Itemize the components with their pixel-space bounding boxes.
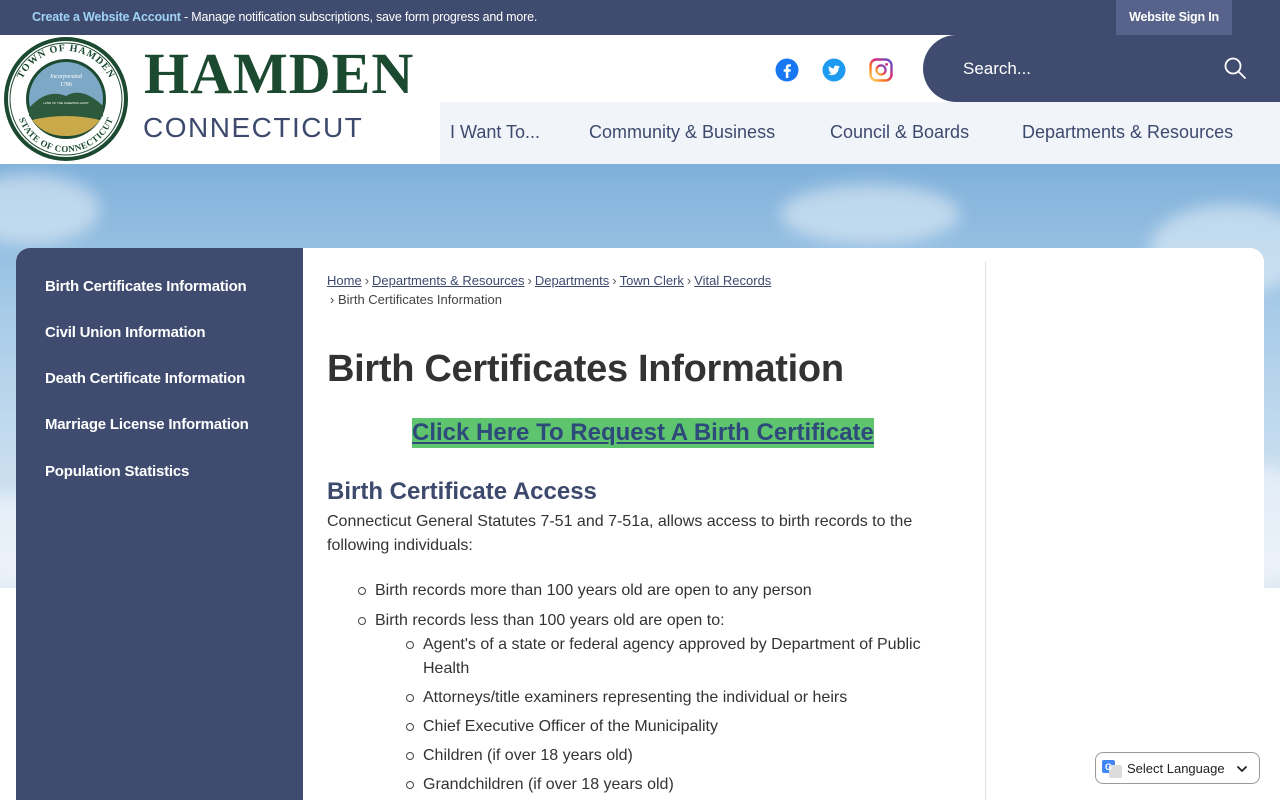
- google-translate-icon: G: [1102, 760, 1122, 778]
- sublist-item-text: Agent's of a state or federal agency app…: [423, 636, 921, 677]
- list-item: Birth records more than 100 years old ar…: [358, 579, 975, 603]
- bullet-icon: [406, 641, 414, 649]
- sidebar-item-birth-certificates[interactable]: Birth Certificates Information: [45, 278, 247, 295]
- sublist-item: Children (if over 18 years old): [406, 744, 963, 768]
- nav-departments-resources[interactable]: Departments & Resources: [1022, 122, 1233, 143]
- svg-text:G: G: [1105, 762, 1112, 772]
- notification-text: - Manage notification subscriptions, sav…: [180, 10, 538, 24]
- breadcrumb-vital-records[interactable]: Vital Records: [694, 273, 771, 288]
- language-select-label: Select Language: [1127, 761, 1225, 776]
- search-bar: [923, 35, 1280, 102]
- breadcrumb-current-label: Birth Certificates Information: [337, 292, 502, 307]
- seal-incorporated: Incorporated: [49, 74, 83, 80]
- breadcrumb-departments[interactable]: Departments: [535, 273, 609, 288]
- search-icon[interactable]: [1223, 56, 1247, 80]
- section-title: Birth Certificate Access: [327, 478, 597, 505]
- list-item-text: Birth records less than 100 years old ar…: [375, 612, 725, 629]
- breadcrumb-home[interactable]: Home: [327, 273, 362, 288]
- notification-bar: Create a Website Account - Manage notifi…: [0, 0, 1280, 35]
- bullet-icon: [358, 587, 366, 595]
- access-sublist: Agent's of a state or federal agency app…: [406, 633, 963, 797]
- bullet-icon: [406, 723, 414, 731]
- list-item: Birth records less than 100 years old ar…: [358, 609, 975, 797]
- bullet-icon: [406, 752, 414, 760]
- list-item-text: Birth records more than 100 years old ar…: [375, 582, 812, 599]
- sidebar-item-civil-union[interactable]: Civil Union Information: [45, 324, 206, 341]
- sidebar-item-marriage-license[interactable]: Marriage License Information: [45, 416, 249, 433]
- bullet-icon: [406, 781, 414, 789]
- site-subtitle[interactable]: CONNECTICUT: [143, 114, 363, 142]
- page-title: Birth Certificates Information: [327, 348, 844, 390]
- intro-paragraph: Connecticut General Statutes 7-51 and 7-…: [327, 513, 913, 554]
- bullet-icon: [358, 617, 366, 625]
- nav-community-business[interactable]: Community & Business: [589, 122, 775, 143]
- sublist-item-text: Children (if over 18 years old): [423, 747, 633, 764]
- column-divider: [985, 261, 986, 800]
- search-input[interactable]: [963, 55, 1203, 83]
- sublist-item: Agent's of a state or federal agency app…: [406, 633, 963, 681]
- seal-motto: LAND OF THE SLEEPING GIANT: [43, 101, 89, 105]
- sidebar-item-death-certificate[interactable]: Death Certificate Information: [45, 370, 245, 387]
- create-account-link[interactable]: Create a Website Account: [32, 10, 181, 24]
- sublist-item: Grandchildren (if over 18 years old): [406, 773, 963, 797]
- sidebar-nav: Birth Certificates Information Civil Uni…: [16, 248, 303, 800]
- breadcrumb: Home › Departments & Resources › Departments…: [327, 273, 772, 288]
- facebook-icon[interactable]: [775, 58, 799, 82]
- site-title[interactable]: HAMDEN: [144, 45, 414, 103]
- chevron-down-icon: [1237, 766, 1247, 772]
- town-seal-logo[interactable]: TOWN OF HAMDEN STATE OF CONNECTICUT Inco…: [2, 36, 130, 162]
- language-select[interactable]: G Select Language: [1095, 752, 1260, 784]
- access-list: Birth records more than 100 years old ar…: [358, 579, 975, 800]
- sublist-item-text: Grandchildren (if over 18 years old): [423, 776, 674, 793]
- sublist-item: Attorneys/title examiners representing t…: [406, 686, 963, 710]
- nav-council-boards[interactable]: Council & Boards: [830, 122, 969, 143]
- sidebar-item-population-statistics[interactable]: Population Statistics: [45, 463, 189, 480]
- sign-in-button[interactable]: Website Sign In: [1116, 0, 1232, 35]
- twitter-icon[interactable]: [822, 58, 846, 82]
- site-header: TOWN OF HAMDEN STATE OF CONNECTICUT Inco…: [0, 35, 1280, 164]
- sublist-item: Chief Executive Officer of the Municipal…: [406, 715, 963, 739]
- notification-message: Create a Website Account - Manage notifi…: [32, 10, 537, 24]
- sublist-item-text: Attorneys/title examiners representing t…: [423, 689, 848, 706]
- instagram-icon[interactable]: [869, 58, 893, 82]
- breadcrumb-town-clerk[interactable]: Town Clerk: [620, 273, 684, 288]
- breadcrumb-current: › Birth Certificates Information: [330, 292, 502, 307]
- sublist-item-text: Chief Executive Officer of the Municipal…: [423, 718, 718, 735]
- bullet-icon: [406, 694, 414, 702]
- nav-i-want-to[interactable]: I Want To...: [450, 122, 540, 143]
- content-card: Birth Certificates Information Civil Uni…: [16, 248, 1264, 800]
- seal-year: 1786: [60, 82, 72, 88]
- breadcrumb-departments-resources[interactable]: Departments & Resources: [372, 273, 524, 288]
- request-birth-certificate-link[interactable]: Click Here To Request A Birth Certificat…: [412, 418, 874, 448]
